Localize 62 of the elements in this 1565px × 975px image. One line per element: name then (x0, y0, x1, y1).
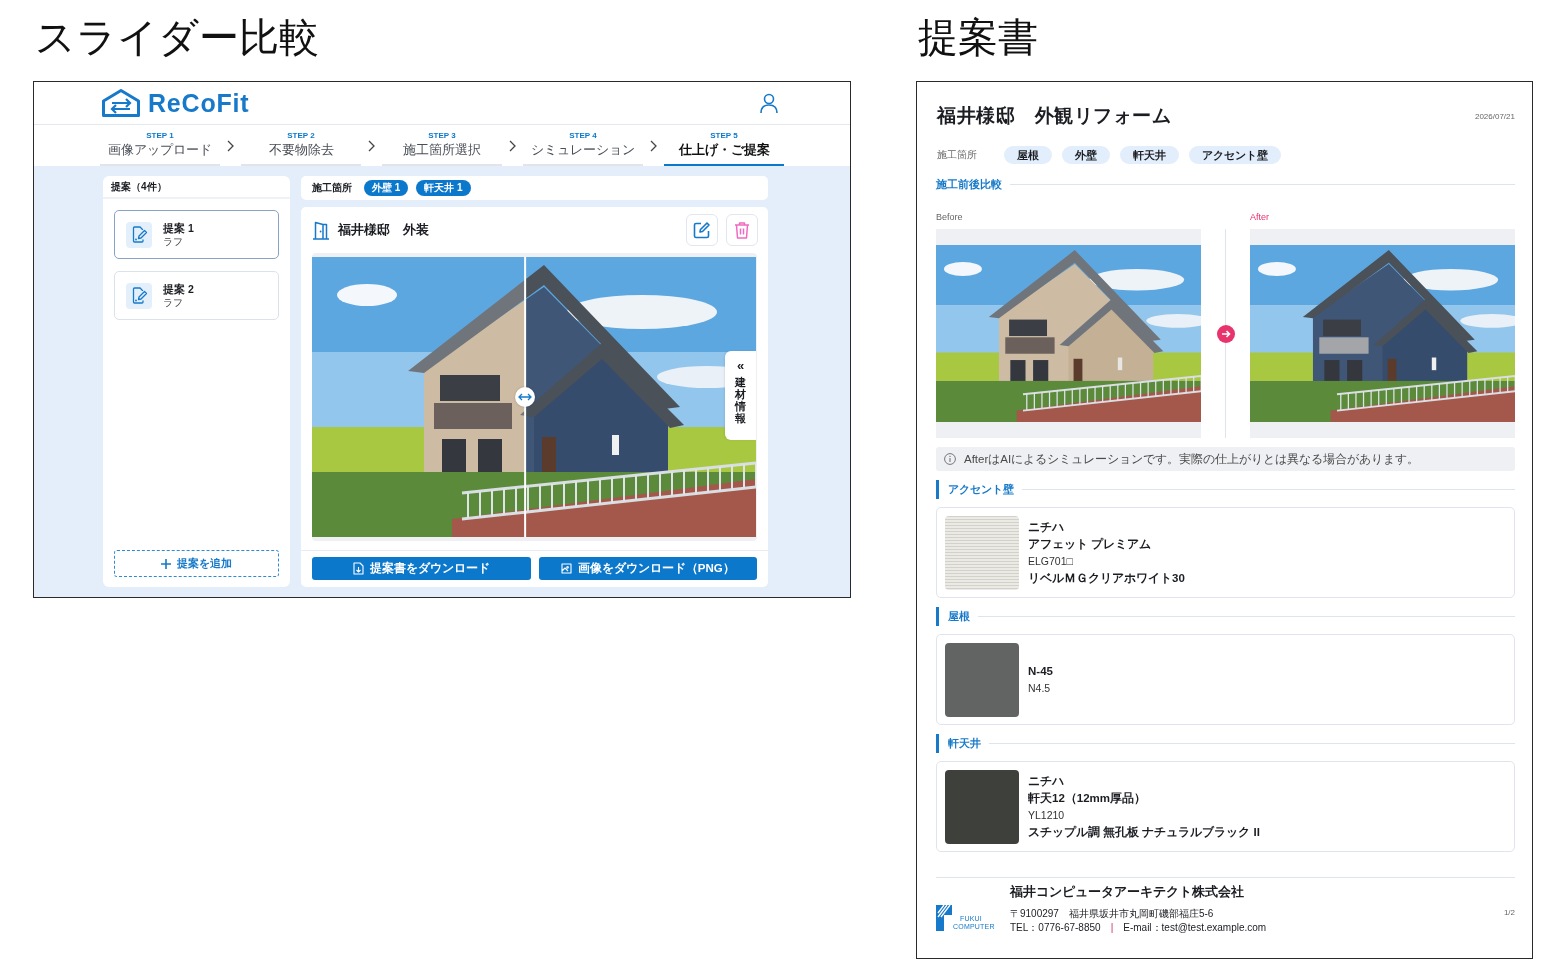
info-icon (944, 453, 956, 465)
proposal-card[interactable]: 提案 1 ラフ (114, 210, 279, 259)
location-tag: 屋根 (1004, 146, 1052, 164)
material-name: N-45 (1028, 663, 1053, 679)
chevron-right-icon (368, 139, 375, 152)
delete-button[interactable] (726, 214, 758, 246)
door-icon (312, 220, 330, 240)
proposal-card[interactable]: 提案 2 ラフ (114, 271, 279, 320)
user-icon[interactable] (759, 92, 779, 114)
location-tag: 軒天井 (1120, 146, 1179, 164)
material-code: ELG701□ (1028, 553, 1073, 569)
location-label: 施工箇所 (312, 181, 352, 195)
house-arrows-icon (101, 88, 141, 118)
material-name: ニチハ (1028, 773, 1064, 789)
location-tag: 外壁 1 (364, 180, 409, 196)
document-edit-icon (126, 282, 152, 309)
sidebar-title: 提案（4件） (103, 176, 290, 199)
edit-button[interactable] (686, 214, 718, 246)
edit-icon (693, 221, 711, 239)
contact-info: TEL：0776-67-8850 | E-mail：test@test.example.com (1010, 921, 1267, 935)
chevron-right-icon (227, 139, 234, 152)
location-tag: 軒天井 1 (416, 180, 471, 196)
comparison-label: After (1250, 211, 1269, 223)
company-address: 〒9100297 福井県坂井市丸岡町磯部福庄5-6 (1010, 907, 1214, 921)
document-date: 2026/07/21 (1474, 111, 1515, 121)
section-title: 屋根 (936, 607, 970, 626)
company-name: 福井コンピュータアーキテクト株式会社 (1010, 884, 1244, 900)
download-button[interactable]: 画像をダウンロード（PNG） (538, 557, 757, 580)
page-heading: 提案書 (918, 14, 1038, 61)
viewer-title: 福井様邸 外装 (338, 221, 429, 239)
material-name: スチップル調 無孔板 ナチュラルブラック II (1028, 824, 1260, 840)
add-proposal-button[interactable]: 提案を追加 (114, 550, 279, 577)
section-title: 軒天井 (936, 734, 981, 753)
trash-icon (733, 221, 751, 239)
plus-icon (161, 558, 171, 569)
comparison-label: Before (936, 211, 963, 223)
material-name: 軒天12（12mm厚品） (1028, 790, 1147, 807)
logo-text: ReCoFit (148, 88, 250, 118)
section-title: アクセント壁 (936, 480, 1014, 499)
material-name: ニチハ (1028, 519, 1064, 535)
image-download-icon (560, 562, 572, 575)
material-code: N4.5 (1028, 680, 1051, 696)
material-name: リベルＭＧクリアホワイト30 (1028, 570, 1185, 586)
location-tag: アクセント壁 (1189, 146, 1281, 164)
location-label: 施工箇所 (936, 148, 978, 162)
note-text: AfterはAIによるシミュレーションです。実際の仕上がりとは異なる場合があります。 (964, 451, 1420, 467)
material-code: YL1210 (1028, 807, 1065, 823)
chevron-right-icon (509, 139, 516, 152)
page-number: 1/2 (1503, 908, 1515, 917)
arrow-right-icon (1216, 324, 1235, 343)
chevron-right-icon (650, 139, 657, 152)
stripes-logo-icon (936, 904, 952, 931)
document-title: 福井様邸 外観リフォーム (937, 104, 1171, 128)
file-download-icon (352, 562, 364, 575)
download-button[interactable]: 提案書をダウンロード (312, 557, 531, 580)
page-heading: スライダー比較 (35, 14, 319, 61)
section-title: 施工前後比較 (936, 177, 1002, 192)
location-tag: 外壁 (1062, 146, 1110, 164)
document-edit-icon (126, 221, 152, 248)
material-info-tab[interactable]: « 建材情報 (725, 351, 756, 440)
double-arrow-icon (518, 393, 533, 401)
material-name: アフェット プレミアム (1028, 536, 1152, 552)
